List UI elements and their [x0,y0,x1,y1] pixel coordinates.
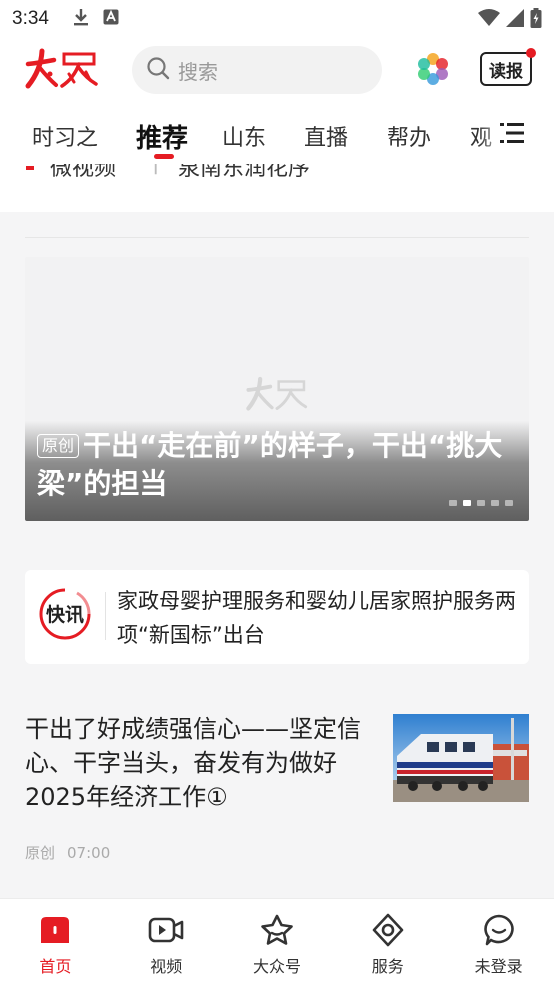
battery-icon [530,8,542,32]
nav-dazhonghao-label: 大众号 [252,957,301,976]
tab-shandong[interactable]: 山东 [222,120,266,152]
article-meta: 原创 07:00 [25,842,122,863]
home-icon [37,913,73,947]
quick-link-marker [26,166,34,170]
carousel-indicator [449,500,513,506]
article-item[interactable]: 干出了好成绩强信心——坚定信心、干字当头，奋发有为做好2025年经济工作① 原创… [0,692,554,892]
status-time: 3:34 [12,8,49,29]
status-bar: 3:34 [0,0,554,38]
banner-title-text: 干出“走在前”的样子，干出“挑大梁”的担当 [37,429,503,500]
scrolled-quick-links: 微视频 | 泉南东润花序 [0,164,554,212]
nav-video[interactable]: 视频 [111,899,222,984]
nav-dazhonghao[interactable]: 大众号 [222,899,333,984]
nav-home[interactable]: 首页 [0,899,111,984]
search-input[interactable]: 搜索 [132,46,382,94]
flash-news-badge: 快讯 [37,586,93,642]
download-icon [73,8,89,30]
carousel-dot[interactable] [477,500,485,506]
service-icon [370,913,406,947]
carousel-dot[interactable] [505,500,513,506]
tab-bangban[interactable]: 帮办 [387,120,431,152]
banner-headline[interactable]: 原创 干出“走在前”的样子，干出“挑大梁”的担当 [37,427,523,503]
app-notification-icon [103,9,119,29]
user-icon [481,913,517,947]
feed-divider [25,237,529,238]
read-newspaper-button[interactable]: 读报 [480,48,536,86]
quick-link-separator: | [152,164,159,175]
carousel-dot-active[interactable] [463,500,471,506]
channel-tabs: 时习之 推荐 山东 直播 帮办 观 [0,108,554,164]
video-icon [148,913,184,947]
search-icon [146,56,170,84]
nav-service-label: 服务 [371,957,404,976]
signal-icon [506,9,524,31]
nav-video-label: 视频 [150,957,183,976]
tab-live[interactable]: 直播 [304,120,348,152]
wifi-icon [478,9,500,31]
tab-shixizhi[interactable]: 时习之 [32,120,98,152]
nav-home-label: 首页 [39,957,72,976]
flash-news-separator [105,592,106,640]
flash-news-text: 家政母婴护理服务和婴幼儿居家照护服务两项“新国标”出台 [117,589,516,647]
bottom-navigation: 首页 视频 大众号 服务 未登录 [0,898,554,984]
apps-flower-icon[interactable] [416,52,450,86]
nav-service[interactable]: 服务 [332,899,443,984]
quick-link-video[interactable]: 微视频 [50,164,116,182]
article-thumbnail [393,714,529,802]
original-tag: 原创 [37,434,80,458]
channel-menu-icon[interactable] [500,122,524,148]
notification-dot [526,48,536,58]
search-placeholder: 搜索 [178,59,218,84]
quick-link-2[interactable]: 泉南东润花序 [178,164,310,182]
dazhong-logo[interactable] [24,48,100,92]
flash-news-badge-text: 快讯 [46,603,84,626]
tab-recommend[interactable]: 推荐 [136,118,188,155]
active-tab-indicator [154,154,174,159]
banner-placeholder-logo [245,375,309,415]
carousel-dot[interactable] [491,500,499,506]
star-icon [259,913,295,947]
app-header: 搜索 读报 [0,38,554,104]
headline-banner[interactable]: 原创 干出“走在前”的样子，干出“挑大梁”的担当 [25,257,529,521]
nav-login-label: 未登录 [474,957,523,976]
carousel-dot[interactable] [449,500,457,506]
news-feed: 原创 干出“走在前”的样子，干出“挑大梁”的担当 快讯 家政母婴护理服务和婴幼儿居… [0,212,554,898]
article-title: 干出了好成绩强信心——坚定信心、干字当头，奋发有为做好2025年经济工作① [25,715,361,811]
article-source: 原创 [25,844,56,862]
read-newspaper-label: 读报 [489,61,523,82]
flash-news-card[interactable]: 快讯 家政母婴护理服务和婴幼儿居家照护服务两项“新国标”出台 [25,570,529,664]
nav-login[interactable]: 未登录 [443,899,554,984]
article-time: 07:00 [67,844,111,862]
